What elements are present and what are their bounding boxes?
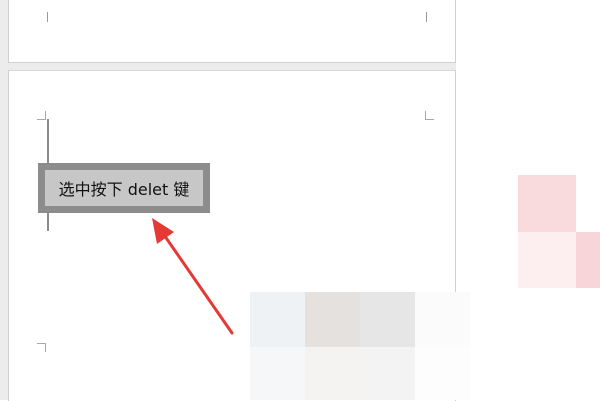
previous-page (8, 0, 456, 63)
mosaic-block (250, 292, 305, 347)
mosaic-block (415, 292, 470, 347)
selected-text[interactable]: 选中按下 delet 键 (45, 170, 203, 206)
mosaic-block (360, 347, 415, 400)
mosaic-block (305, 347, 360, 400)
margin-corner-bottom-left (37, 343, 46, 352)
mosaic-block (518, 232, 576, 288)
margin-mark (47, 12, 48, 22)
mosaic-block (518, 175, 576, 232)
margin-mark (426, 12, 427, 22)
mosaic-block (415, 347, 470, 400)
mosaic-block (250, 347, 305, 400)
margin-corner-top-right (425, 111, 434, 120)
selected-text-highlight[interactable]: 选中按下 delet 键 (38, 163, 210, 213)
margin-corner-top-left (37, 111, 46, 120)
mosaic-block (360, 292, 415, 347)
mosaic-block (576, 232, 600, 288)
mosaic-block (305, 292, 360, 347)
